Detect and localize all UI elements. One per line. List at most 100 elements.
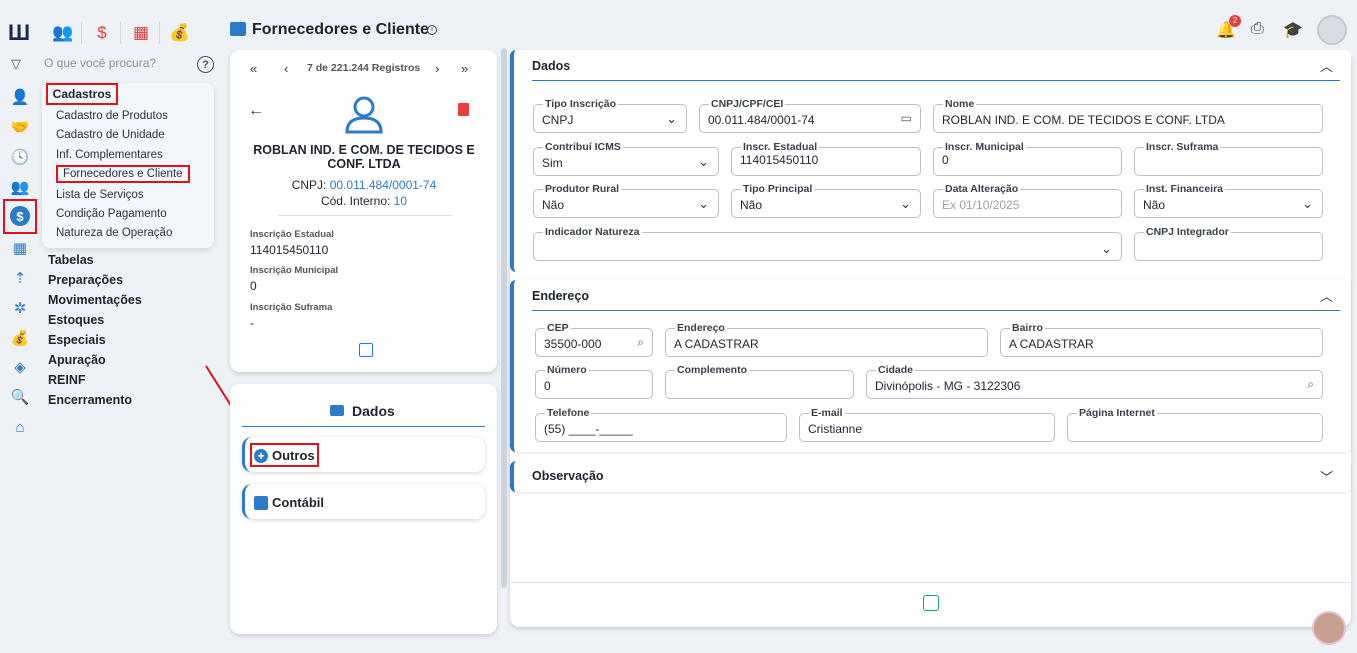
- next-record-button[interactable]: ›: [435, 61, 439, 76]
- calculator-icon-small: [254, 496, 268, 510]
- nome-field[interactable]: Nome ROBLAN IND. E COM. DE TECIDOS E CONF…: [933, 98, 1323, 133]
- observacao-title[interactable]: Observação: [532, 469, 604, 483]
- assistant-avatar[interactable]: [1312, 611, 1346, 645]
- menu-group-apuracao[interactable]: Apuração: [48, 353, 106, 367]
- ie-field[interactable]: Inscr. Estadual 114015450110: [731, 141, 921, 176]
- prev-record-button[interactable]: ‹: [284, 61, 288, 76]
- side-menu-underline: [242, 426, 485, 427]
- cnpj-field[interactable]: CNPJ/CPF/CEI 00.011.484/0001-74 ▭: [699, 98, 921, 133]
- divider: [278, 215, 452, 216]
- im-value: 0: [250, 279, 257, 293]
- menu-group-tabelas[interactable]: Tabelas: [48, 253, 94, 267]
- indicador-natureza-select[interactable]: Indicador Natureza ⌄: [533, 226, 1122, 261]
- dollar-module-icon[interactable]: $: [89, 20, 115, 46]
- app-logo[interactable]: Ш: [8, 20, 30, 46]
- chevron-up-icon[interactable]: ︿: [1320, 56, 1333, 75]
- cadastros-menu: Cadastros Cadastro de Produtos Cadastro …: [42, 83, 214, 248]
- menu-group-estoques[interactable]: Estoques: [48, 313, 104, 327]
- cep-field[interactable]: CEP 35500-000 ⌕: [535, 322, 653, 357]
- menu-item-produtos[interactable]: Cadastro de Produtos: [56, 110, 168, 122]
- people-module-icon[interactable]: 👥: [50, 20, 76, 46]
- tipo-principal-select[interactable]: Tipo Principal Não ⌄: [731, 183, 921, 218]
- menu-group-encerramento[interactable]: Encerramento: [48, 393, 132, 407]
- endereco-field[interactable]: Endereço A CADASTRAR: [665, 322, 988, 357]
- filter-icon[interactable]: ▽: [11, 56, 21, 72]
- chevron-down-icon: ⌄: [1302, 196, 1313, 211]
- graduation-cap-icon[interactable]: 🎓: [1283, 20, 1303, 40]
- chevron-down-icon[interactable]: ﹀: [1320, 467, 1333, 486]
- report-icon[interactable]: ⎙: [1251, 20, 1264, 38]
- record-name: ROBLAN IND. E COM. DE TECIDOS E CONF. LT…: [253, 143, 475, 171]
- produtor-rural-select[interactable]: Produtor Rural Não ⌄: [533, 183, 719, 218]
- email-field[interactable]: E-mail Cristianne: [799, 407, 1055, 442]
- scrollbar[interactable]: [501, 48, 507, 588]
- menu-item-natureza-operacao[interactable]: Natureza de Operação: [56, 227, 172, 239]
- outros-label: Outros: [272, 448, 315, 463]
- people-icon[interactable]: 👥: [10, 177, 30, 197]
- delete-icon[interactable]: [458, 103, 469, 116]
- folder-icon: [330, 405, 344, 416]
- chart-icon[interactable]: ⇡: [10, 268, 30, 288]
- bairro-field[interactable]: Bairro A CADASTRAR: [1000, 322, 1323, 357]
- save-icon[interactable]: [923, 595, 939, 611]
- tipo-inscricao-select[interactable]: Tipo Inscrição CNPJ ⌄: [533, 98, 687, 133]
- is-value: -: [250, 316, 254, 330]
- telefone-field[interactable]: Telefone (55) ____-_____: [535, 407, 787, 442]
- side-menu-title: Dados: [352, 403, 395, 419]
- data-alteracao-field[interactable]: Data Alteração Ex 01/10/2025: [933, 183, 1122, 218]
- help-icon[interactable]: ?: [197, 56, 214, 73]
- menu-group-especiais[interactable]: Especiais: [48, 333, 106, 347]
- supplier-avatar-icon: [345, 96, 383, 134]
- avatar[interactable]: [1317, 15, 1347, 45]
- menu-group-preparacoes[interactable]: Preparações: [48, 273, 123, 287]
- notification-badge: 2: [1229, 15, 1241, 27]
- menu-group-movimentacoes[interactable]: Movimentações: [48, 293, 142, 307]
- first-record-button[interactable]: «: [250, 61, 257, 76]
- footer-divider: [510, 582, 1351, 583]
- im-label: Inscrição Municipal: [250, 265, 339, 276]
- observacao-section[interactable]: Observação ﹀: [510, 461, 1351, 492]
- im-field[interactable]: Inscr. Municipal 0: [933, 141, 1122, 176]
- suframa-field[interactable]: Inscr. Suframa: [1134, 141, 1323, 176]
- layers-icon[interactable]: ◈: [10, 357, 30, 377]
- handshake-icon[interactable]: 🤝: [10, 117, 30, 137]
- pagina-internet-field[interactable]: Página Internet: [1067, 407, 1323, 442]
- menu-item-unidade[interactable]: Cadastro de Unidade: [56, 129, 165, 141]
- clock-icon[interactable]: 🕓: [10, 147, 30, 167]
- last-record-button[interactable]: »: [461, 61, 468, 76]
- menu-item-fornecedores[interactable]: Fornecedores e Cliente: [56, 165, 190, 183]
- money-bag-icon[interactable]: 💰: [10, 328, 30, 348]
- dados-title[interactable]: Dados: [532, 59, 570, 73]
- menu-group-reinf[interactable]: REINF: [48, 373, 86, 387]
- menu-item-inf-complementares[interactable]: Inf. Complementares: [56, 149, 163, 161]
- search-icon[interactable]: 🔍: [10, 387, 30, 407]
- page-title: Fornecedores e Cliente: [252, 21, 429, 38]
- edit-icon[interactable]: [359, 343, 373, 357]
- endereco-title[interactable]: Endereço: [532, 289, 589, 303]
- menu-item-servicos[interactable]: Lista de Serviços: [56, 189, 144, 201]
- money-bag-module-icon[interactable]: 💰: [167, 20, 193, 46]
- numero-field[interactable]: Número 0: [535, 364, 653, 399]
- chevron-down-icon: ⌄: [900, 196, 911, 211]
- menu-item-condicao-pagamento[interactable]: Condição Pagamento: [56, 208, 167, 220]
- ie-value: 114015450110: [250, 243, 329, 257]
- chevron-up-icon[interactable]: ︿: [1320, 286, 1333, 305]
- plus-circle-icon: +: [254, 449, 268, 463]
- cnpj-integrador-field[interactable]: CNPJ Integrador: [1134, 226, 1323, 261]
- network-icon[interactable]: ✲: [10, 298, 30, 318]
- record-codigo: Cód. Interno: 10: [320, 194, 408, 208]
- calculator-icon[interactable]: ▦: [10, 238, 30, 258]
- menu-title-cadastros[interactable]: Cadastros: [46, 83, 118, 105]
- icms-select[interactable]: Contribuí ICMS Sim ⌄: [533, 141, 719, 176]
- search-icon: ⌕: [1307, 377, 1314, 391]
- back-arrow-icon[interactable]: ←: [248, 102, 264, 120]
- info-icon[interactable]: i: [427, 25, 437, 35]
- cidade-field[interactable]: Cidade Divinópolis - MG - 3122306 ⌕: [866, 364, 1323, 399]
- search-input[interactable]: O que você procura?: [44, 56, 156, 70]
- dollar-icon[interactable]: $: [10, 206, 30, 226]
- inst-financeira-select[interactable]: Inst. Financeira Não ⌄: [1134, 183, 1323, 218]
- home-icon[interactable]: ⌂: [10, 417, 30, 437]
- calculator-module-icon[interactable]: ▦: [128, 20, 154, 46]
- users-icon[interactable]: 👤: [10, 87, 30, 107]
- complemento-field[interactable]: Complemento: [665, 364, 854, 399]
